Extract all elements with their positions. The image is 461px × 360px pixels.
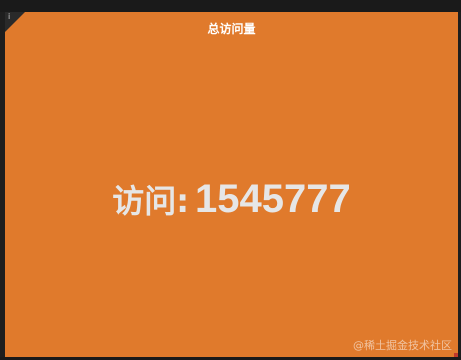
stat-label: 访问: — [112, 182, 190, 220]
stat-value: 1545777 — [195, 177, 351, 221]
watermark: @稀土掘金技术社区 — [353, 339, 452, 352]
dashboard-frame: i 总访问量 访问: 1545777 @稀土掘金技术社区 — [0, 0, 461, 360]
top-bar — [0, 0, 461, 12]
visit-count-panel: i 总访问量 访问: 1545777 @稀土掘金技术社区 — [5, 12, 458, 357]
panel-title: 总访问量 — [207, 22, 256, 36]
visit-stat: 访问: 1545777 — [5, 176, 458, 222]
